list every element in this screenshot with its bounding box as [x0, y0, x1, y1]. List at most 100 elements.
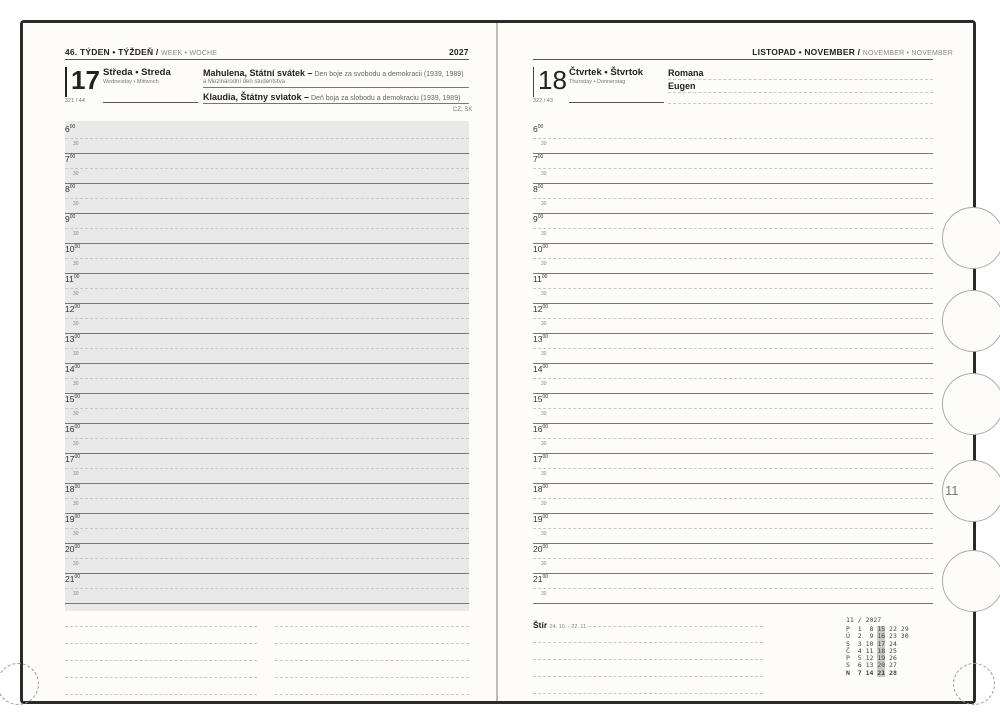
half-hour-rule: [533, 288, 933, 289]
hour-label: 1700: [65, 454, 80, 464]
hour-rule: [533, 483, 933, 484]
half-hour-label: 30: [541, 141, 547, 147]
calendar-day: 7: [857, 668, 862, 677]
half-hour-label: 30: [73, 381, 79, 387]
holiday-cz-desc: Den boje za svobodu a demokracii (1939, …: [312, 71, 464, 78]
hour-label: 1200: [65, 304, 80, 314]
right-page: LISTOPAD • NOVEMBER / NOVEMBER • NOVEMBE…: [498, 23, 995, 705]
hour-rule: [65, 153, 469, 154]
note-line[interactable]: [65, 643, 257, 644]
half-hour-label: 30: [541, 291, 547, 297]
day-underline: [103, 102, 198, 103]
hour-minutes: 00: [69, 124, 76, 131]
month-tab[interactable]: [942, 290, 1000, 352]
hour-rule: [65, 513, 469, 514]
half-hour-label: 30: [541, 411, 547, 417]
holiday-sk: Klaudia, Štátny sviatok – Deň boja za sl…: [203, 92, 460, 102]
note-line[interactable]: [65, 677, 257, 678]
hour-rule: [533, 573, 933, 574]
hour-rule: [533, 603, 933, 604]
hour-rule: [65, 453, 469, 454]
half-hour-label: 30: [541, 171, 547, 177]
nameday-rule-2: [668, 92, 933, 93]
note-line[interactable]: [533, 693, 763, 694]
hour-label: 1300: [533, 334, 548, 344]
month-label: LISTOPAD • NOVEMBER /: [752, 47, 861, 57]
hour-label: 900: [65, 214, 75, 224]
hour-minutes: 00: [73, 274, 80, 281]
half-hour-label: 30: [541, 471, 547, 477]
note-line[interactable]: [533, 659, 763, 660]
day-marker-right: [533, 67, 534, 97]
hour-minutes: 00: [74, 334, 81, 341]
hour-minutes: 00: [74, 484, 81, 491]
hour-label: 600: [65, 124, 75, 134]
half-hour-label: 30: [541, 231, 547, 237]
hour-minutes: 00: [537, 184, 544, 191]
month-tab[interactable]: [942, 550, 1000, 612]
note-line[interactable]: [65, 626, 257, 627]
note-line[interactable]: [65, 694, 257, 695]
note-line[interactable]: [275, 660, 469, 661]
half-hour-rule: [533, 468, 933, 469]
half-hour-label: 30: [73, 231, 79, 237]
half-hour-rule: [65, 438, 469, 439]
month-tab[interactable]: [942, 207, 1000, 269]
note-line[interactable]: [275, 694, 469, 695]
half-hour-label: 30: [73, 471, 79, 477]
note-line[interactable]: [65, 660, 257, 661]
half-hour-rule: [533, 138, 933, 139]
hour-minutes: 00: [542, 304, 549, 311]
hour-rule: [65, 423, 469, 424]
hour-minutes: 00: [542, 454, 549, 461]
hour-rule: [533, 393, 933, 394]
note-line[interactable]: [275, 677, 469, 678]
half-hour-label: 30: [73, 261, 79, 267]
note-line[interactable]: [275, 626, 469, 627]
half-hour-label: 30: [73, 351, 79, 357]
half-hour-label: 30: [73, 321, 79, 327]
day-name-right: Čtvrtek • Štvrtok: [569, 67, 644, 78]
half-hour-rule: [65, 228, 469, 229]
hour-rule: [533, 273, 933, 274]
hour-label: 1800: [533, 484, 548, 494]
hour-minutes: 00: [542, 544, 549, 551]
hour-minutes: 00: [74, 514, 81, 521]
hour-rule: [533, 453, 933, 454]
holiday-cz-sub: a Mezinárodní den studentstva: [203, 79, 286, 85]
hour-minutes: 00: [541, 274, 548, 281]
hour-rule: [65, 243, 469, 244]
hour-rule: [65, 573, 469, 574]
hour-label: 1400: [65, 364, 80, 374]
note-line[interactable]: [533, 676, 763, 677]
hour-label: 1300: [65, 334, 80, 344]
calendar-day: 28: [889, 668, 897, 677]
half-hour-label: 30: [541, 351, 547, 357]
hour-rule: [65, 213, 469, 214]
month-header: LISTOPAD • NOVEMBER / NOVEMBER • NOVEMBE…: [752, 47, 953, 57]
hour-label: 1500: [533, 394, 548, 404]
half-hour-label: 30: [73, 441, 79, 447]
half-hour-label: 30: [541, 381, 547, 387]
hour-label: 1900: [533, 514, 548, 524]
half-hour-label: 30: [73, 171, 79, 177]
half-hour-label: 30: [73, 291, 79, 297]
half-hour-rule: [65, 468, 469, 469]
half-hour-label: 30: [541, 531, 547, 537]
month-tab[interactable]: [942, 373, 1000, 435]
note-line[interactable]: [533, 642, 763, 643]
half-hour-rule: [65, 168, 469, 169]
planner: 46. TÝDEN • TÝŽDEŇ / WEEK • WOCHE 2027 1…: [0, 20, 1000, 705]
country-codes: CZ, SK: [453, 107, 473, 113]
hour-label: 1600: [533, 424, 548, 434]
note-line[interactable]: [588, 626, 763, 627]
hour-minutes: 00: [542, 394, 549, 401]
hour-minutes: 00: [542, 424, 549, 431]
note-line[interactable]: [275, 643, 469, 644]
half-hour-label: 30: [541, 261, 547, 267]
hour-rule: [533, 303, 933, 304]
hour-minutes: 00: [542, 484, 549, 491]
month-tab-label: 11: [945, 483, 959, 498]
hour-label: 1700: [533, 454, 548, 464]
week-header: 46. TÝDEN • TÝŽDEŇ / WEEK • WOCHE: [65, 47, 217, 57]
